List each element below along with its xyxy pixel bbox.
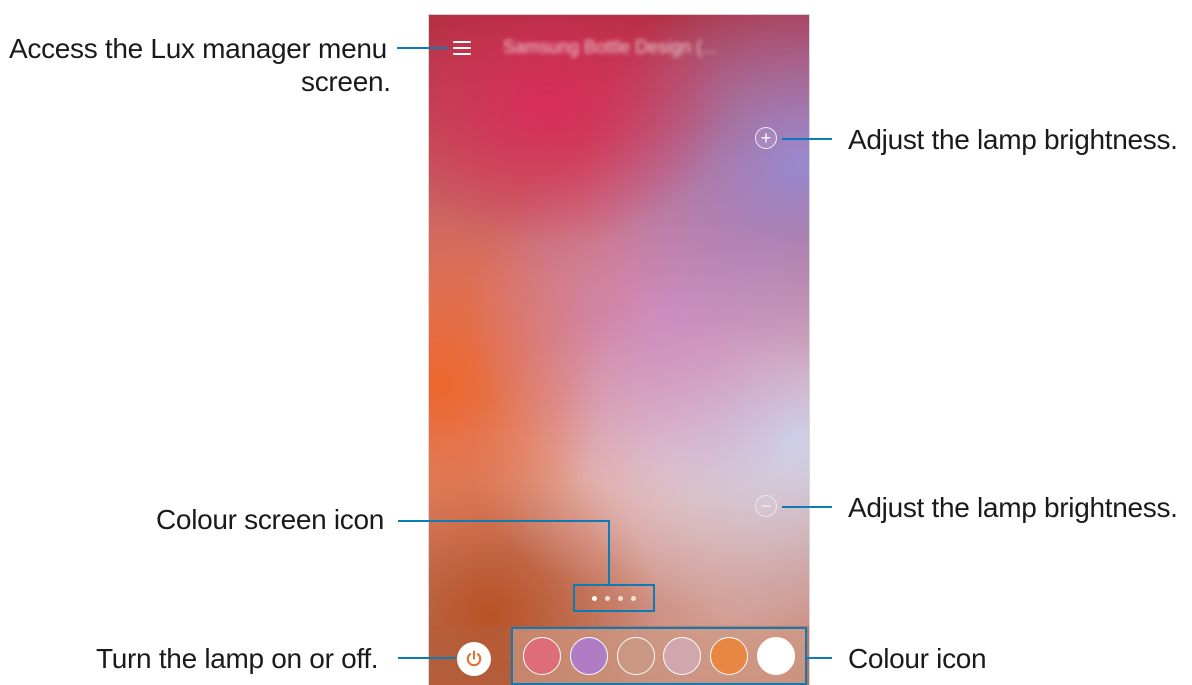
callout-brightness-up: Adjust the lamp brightness.	[848, 124, 1178, 155]
brightness-up-button[interactable]: +	[755, 127, 777, 149]
page-dot[interactable]	[631, 595, 636, 601]
colour-swatch-pink[interactable]	[663, 637, 702, 675]
callout-line-brightness-up	[782, 138, 832, 140]
brightness-down-button[interactable]: −	[755, 495, 777, 517]
callout-line-colour-screen-h	[398, 520, 610, 522]
callout-line-menu	[397, 47, 449, 49]
callout-brightness-down: Adjust the lamp brightness.	[848, 492, 1178, 523]
page-dot[interactable]	[592, 595, 597, 601]
colour-screen-indicator[interactable]	[573, 584, 655, 612]
colour-swatch-red[interactable]	[523, 637, 562, 675]
page-dot[interactable]	[618, 595, 623, 601]
app-title: Samsung Bottle Design (...	[503, 37, 718, 57]
callout-power: Turn the lamp on or off.	[96, 643, 379, 674]
callout-menu-line2: screen.	[301, 66, 391, 97]
hamburger-menu-icon[interactable]	[453, 41, 471, 55]
colour-swatch-tan[interactable]	[616, 637, 655, 675]
callout-line-power	[398, 657, 456, 659]
plus-icon: +	[760, 128, 772, 148]
page-dot[interactable]	[605, 595, 610, 601]
colour-swatch-white[interactable]	[756, 637, 795, 675]
callout-menu-line1: Access the Lux manager menu	[9, 33, 387, 64]
callout-colour-screen: Colour screen icon	[156, 504, 385, 535]
callout-line-colour-icon	[806, 657, 832, 659]
power-icon	[466, 650, 482, 667]
colour-swatch-purple[interactable]	[569, 637, 608, 675]
colour-icon-group	[511, 627, 807, 685]
callout-line-brightness-down	[782, 506, 832, 508]
colour-swatch-orange[interactable]	[709, 637, 748, 675]
callout-colour-icon: Colour icon	[848, 643, 987, 674]
lux-manager-screen: Samsung Bottle Design (... + −	[428, 14, 810, 685]
power-button[interactable]	[457, 642, 491, 676]
callout-line-colour-screen-v	[608, 520, 610, 584]
minus-icon: −	[760, 496, 772, 516]
